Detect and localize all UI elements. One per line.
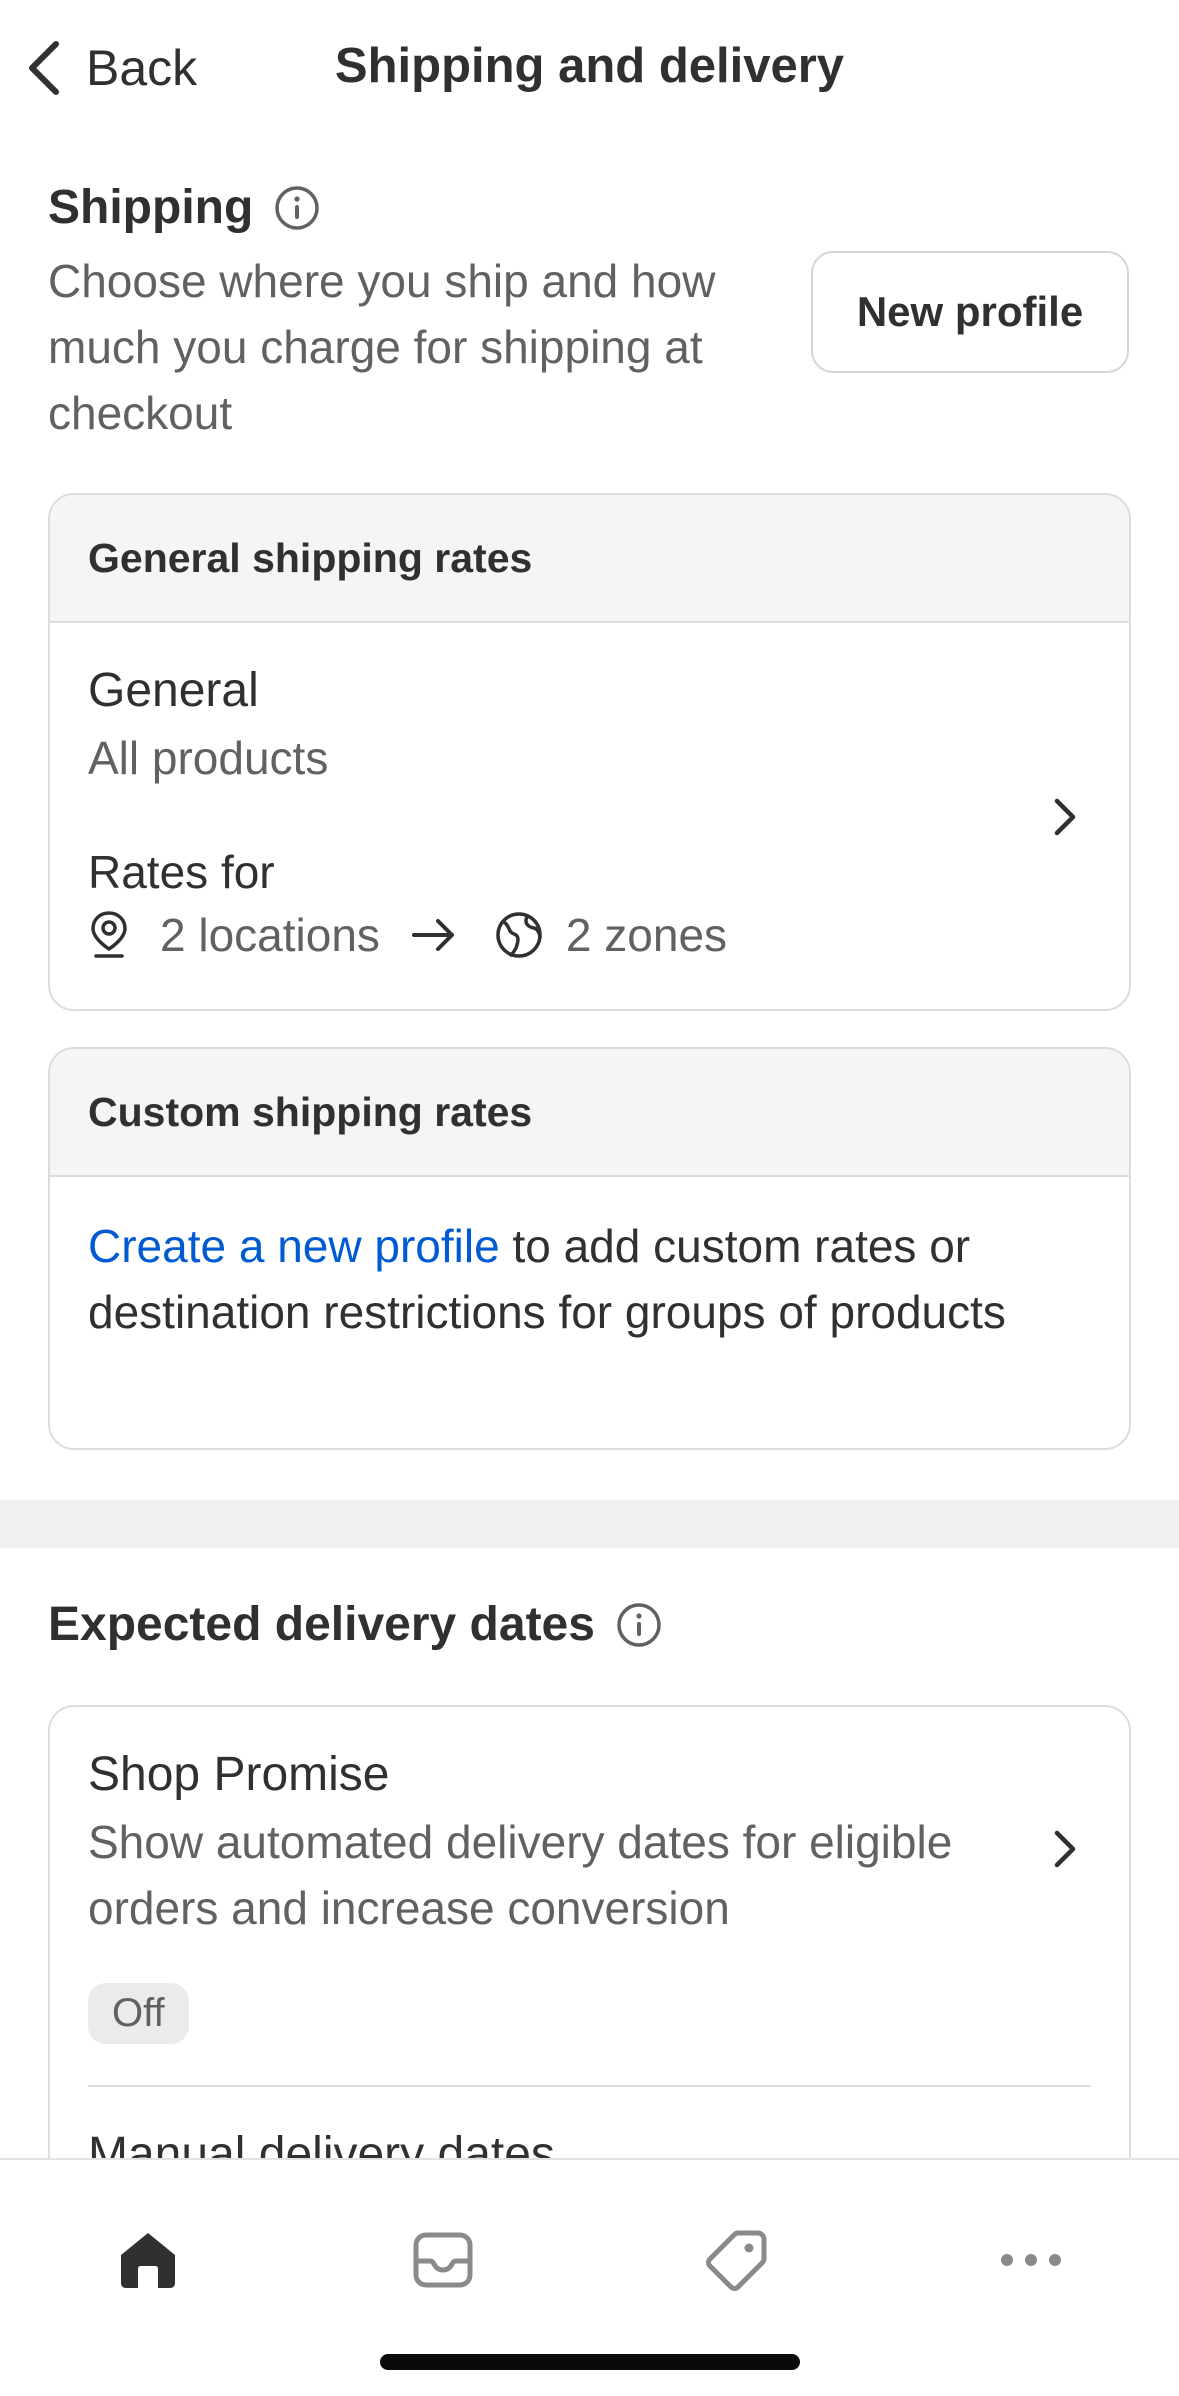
shipping-heading: Shipping (48, 180, 321, 235)
custom-rates-text: Create a new profile to add custom rates… (88, 1213, 1091, 1345)
new-profile-button[interactable]: New profile (811, 251, 1129, 373)
nav-products[interactable] (677, 2210, 797, 2310)
general-profile-row[interactable]: General All products Rates for 2 locatio… (50, 623, 1129, 1009)
chevron-right-icon (1054, 1830, 1076, 1868)
shipping-heading-text: Shipping (48, 181, 254, 234)
tag-icon (706, 2230, 767, 2291)
general-shipping-rates-card: General shipping rates General All produ… (48, 493, 1131, 1011)
home-icon (121, 2233, 175, 2288)
arrow-right-icon (411, 919, 454, 951)
more-icon (1001, 2254, 1061, 2266)
status-badge: Off (88, 1983, 189, 2044)
shop-promise-title: Shop Promise (88, 1748, 390, 1801)
rates-summary: 2 locations 2 zones (88, 908, 727, 962)
locations-count: 2 locations (160, 909, 380, 961)
shipping-delivery-screen: Back Shipping and delivery Shipping Choo… (0, 0, 1179, 2396)
inbox-icon (413, 2232, 473, 2288)
back-label: Back (86, 40, 198, 96)
general-profile-name: General (88, 664, 259, 717)
page-title: Shipping and delivery (334, 39, 845, 93)
delivery-heading-text: Expected delivery dates (48, 1598, 595, 1651)
shipping-description: Choose where you ship and how much you c… (48, 255, 716, 439)
delivery-heading: Expected delivery dates (48, 1597, 663, 1652)
nav-home[interactable] (88, 2210, 208, 2310)
shop-promise-description: Show automated delivery dates for eligib… (88, 1816, 953, 1934)
top-bar: Back Shipping and delivery (0, 0, 1179, 135)
chevron-left-icon (29, 41, 59, 95)
custom-shipping-rates-card: Custom shipping rates Create a new profi… (48, 1047, 1131, 1450)
globe-icon (496, 912, 542, 958)
info-icon[interactable] (273, 184, 321, 232)
custom-shipping-rates-header: Custom shipping rates (50, 1049, 1129, 1177)
nav-more[interactable] (971, 2210, 1091, 2310)
nav-orders[interactable] (383, 2210, 503, 2310)
section-divider (0, 1500, 1179, 1548)
rates-for-label: Rates for (88, 846, 275, 898)
custom-shipping-rates-body: Create a new profile to add custom rates… (50, 1177, 1129, 1345)
general-shipping-rates-header: General shipping rates (50, 495, 1129, 623)
home-indicator (380, 2354, 800, 2370)
location-pin-icon (91, 911, 127, 958)
row-divider (88, 2085, 1091, 2087)
back-button[interactable]: Back (22, 28, 197, 108)
chevron-right-icon (1054, 798, 1076, 836)
general-profile-scope: All products (88, 732, 329, 784)
shop-promise-row[interactable]: Shop Promise Show automated delivery dat… (50, 1707, 1129, 2087)
info-icon[interactable] (615, 1601, 663, 1649)
zones-count: 2 zones (565, 909, 728, 961)
create-new-profile-link[interactable]: Create a new profile (88, 1220, 500, 1272)
